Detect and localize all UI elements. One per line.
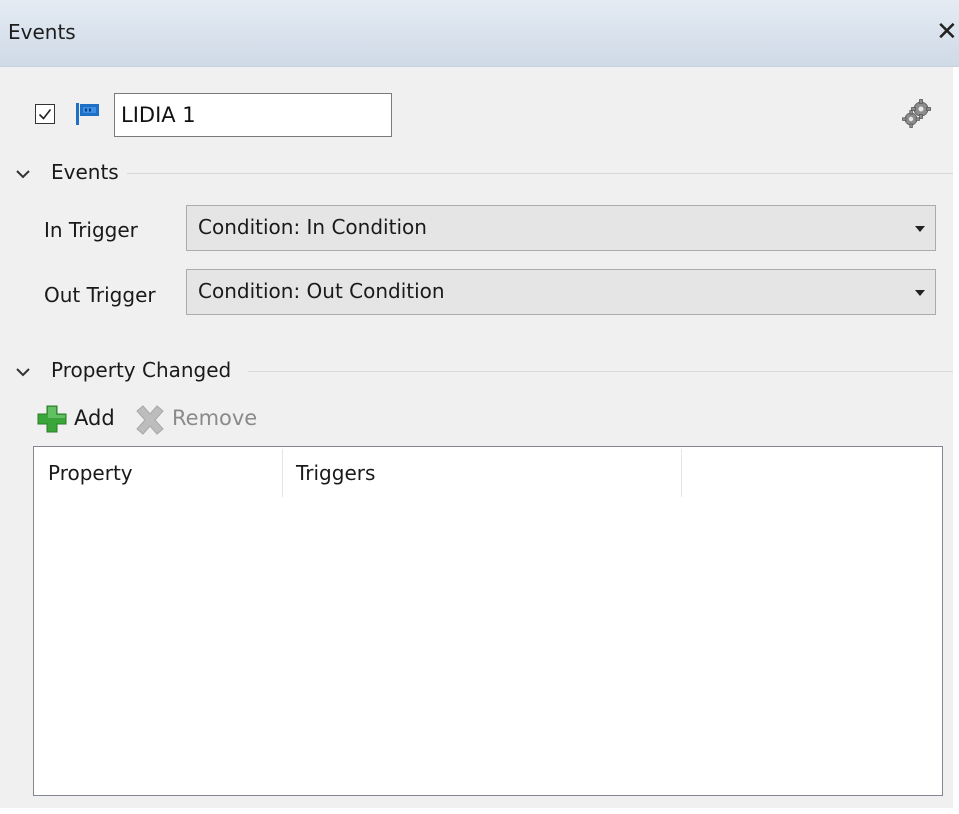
- events-section-title: Events: [51, 160, 127, 184]
- out-trigger-label: Out Trigger: [44, 283, 156, 307]
- checkmark-icon: [38, 109, 52, 120]
- panel-edge: [953, 67, 959, 814]
- panel-edge: [0, 808, 959, 814]
- events-section-header[interactable]: Events: [0, 159, 953, 189]
- add-button[interactable]: Add: [36, 402, 122, 434]
- add-icon: [37, 405, 67, 433]
- column-header-triggers[interactable]: Triggers: [282, 447, 682, 497]
- events-panel: Events ✕ LIDIA 1 Events In Trigger Condi…: [0, 0, 959, 814]
- name-input[interactable]: [114, 93, 392, 137]
- chevron-down-icon[interactable]: [14, 165, 32, 183]
- remove-icon: [136, 405, 164, 435]
- flag-icon: [76, 103, 99, 125]
- column-header-property[interactable]: Property: [34, 447, 282, 497]
- in-trigger-label: In Trigger: [44, 218, 138, 242]
- in-trigger-value: Condition: In Condition: [198, 215, 427, 239]
- out-trigger-value: Condition: Out Condition: [198, 279, 445, 303]
- section-divider: [248, 371, 953, 372]
- remove-label: Remove: [172, 406, 258, 430]
- gear-icon[interactable]: [900, 98, 936, 130]
- property-changed-section-header[interactable]: Property Changed: [0, 357, 953, 387]
- column-header-empty[interactable]: [682, 447, 942, 497]
- dropdown-arrow-icon: [915, 290, 925, 296]
- in-trigger-dropdown[interactable]: Condition: In Condition: [186, 205, 936, 251]
- property-changed-section-title: Property Changed: [51, 358, 240, 382]
- add-label: Add: [74, 406, 115, 430]
- title-bar: Events ✕: [0, 0, 959, 67]
- window-title: Events: [8, 20, 76, 44]
- enabled-checkbox[interactable]: [35, 104, 55, 124]
- property-table[interactable]: Property Triggers: [33, 446, 943, 796]
- close-icon: ✕: [936, 17, 958, 47]
- dropdown-arrow-icon: [915, 226, 925, 232]
- out-trigger-dropdown[interactable]: Condition: Out Condition: [186, 269, 936, 315]
- section-divider: [118, 173, 953, 174]
- close-button[interactable]: ✕: [936, 18, 959, 46]
- chevron-down-icon[interactable]: [14, 363, 32, 381]
- remove-button[interactable]: Remove: [133, 402, 261, 435]
